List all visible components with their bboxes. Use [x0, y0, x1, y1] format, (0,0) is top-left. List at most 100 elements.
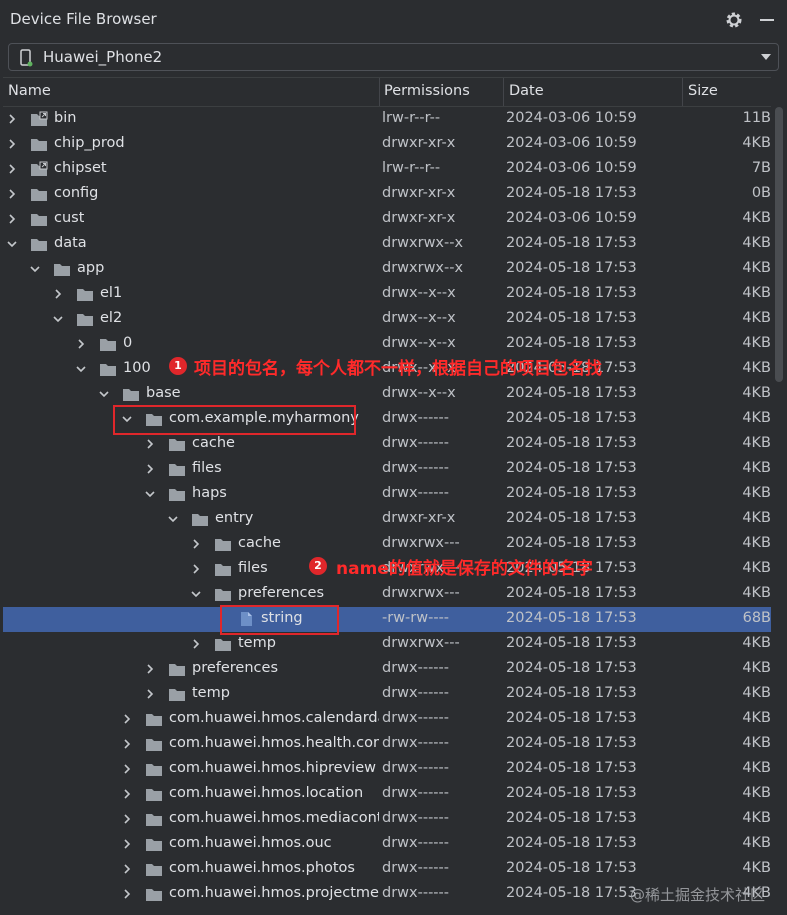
- chevron-right-icon[interactable]: [145, 439, 155, 449]
- table-row[interactable]: temp drwx------ 2024-05-18 17:53 4KB: [3, 682, 771, 707]
- row-size: 11B: [742, 110, 771, 126]
- chevron-right-icon[interactable]: [7, 214, 17, 224]
- row-date: 2024-05-18 17:53: [506, 485, 637, 501]
- row-name: temp: [192, 685, 230, 701]
- chevron-right-icon[interactable]: [122, 739, 132, 749]
- minimize-icon[interactable]: [757, 10, 777, 30]
- chevron-right-icon[interactable]: [122, 864, 132, 874]
- column-header-name[interactable]: Name: [8, 83, 51, 99]
- folder-icon: [146, 714, 162, 726]
- chevron-right-icon[interactable]: [145, 689, 155, 699]
- row-name: 0: [123, 335, 133, 351]
- chevron-right-icon[interactable]: [7, 189, 17, 199]
- chevron-right-icon[interactable]: [122, 889, 132, 899]
- column-header-permissions[interactable]: Permissions: [384, 83, 470, 99]
- window-title: Device File Browser: [10, 10, 157, 28]
- row-date: 2024-05-18 17:53: [506, 735, 637, 751]
- table-row[interactable]: com.huawei.hmos.mediacontro drwx------ 202…: [3, 807, 771, 832]
- folder-icon: [169, 489, 185, 501]
- table-row[interactable]: com.huawei.hmos.location drwx------ 2024-0…: [3, 782, 771, 807]
- table-row[interactable]: string -rw-rw---- 2024-05-18 17:53 68B: [3, 607, 771, 632]
- chevron-right-icon[interactable]: [145, 664, 155, 674]
- table-row[interactable]: base drwx--x--x 2024-05-18 17:53 4KB: [3, 382, 771, 407]
- table-row[interactable]: cache drwx------ 2024-05-18 17:53 4KB: [3, 432, 771, 457]
- chevron-right-icon[interactable]: [122, 764, 132, 774]
- table-row[interactable]: preferences drwx------ 2024-05-18 17:53 4KB: [3, 657, 771, 682]
- row-permissions: drwx------: [382, 710, 449, 726]
- row-date: 2024-05-18 17:53: [506, 760, 637, 776]
- table-row[interactable]: config drwxr-xr-x 2024-05-18 17:53 0B: [3, 182, 771, 207]
- chevron-right-icon[interactable]: [53, 289, 63, 299]
- table-row[interactable]: chip_prod drwxr-xr-x 2024-03-06 10:59 4KB: [3, 132, 771, 157]
- table-row[interactable]: entry drwxr-xr-x 2024-05-18 17:53 4KB: [3, 507, 771, 532]
- vertical-scrollbar[interactable]: [775, 107, 783, 382]
- row-permissions: drwx--x--x: [382, 310, 456, 326]
- row-permissions: drwx------: [382, 435, 449, 451]
- column-divider[interactable]: [379, 78, 380, 106]
- file-tree: bin lrw-r--r-- 2024-03-06 10:59 11B chip_pro…: [3, 107, 771, 907]
- column-divider[interactable]: [503, 78, 504, 106]
- table-row[interactable]: chipset lrw-r--r-- 2024-03-06 10:59 7B: [3, 157, 771, 182]
- row-permissions: drwx--x--x: [382, 285, 456, 301]
- chevron-down-icon[interactable]: [7, 239, 17, 249]
- row-name: temp: [238, 635, 276, 651]
- chevron-right-icon[interactable]: [191, 564, 201, 574]
- row-size: 4KB: [742, 385, 771, 401]
- table-row[interactable]: data drwxrwx--x 2024-05-18 17:53 4KB: [3, 232, 771, 257]
- device-selector[interactable]: Huawei_Phone2: [8, 43, 779, 71]
- chevron-down-icon[interactable]: [30, 264, 40, 274]
- row-date: 2024-05-18 17:53: [506, 785, 637, 801]
- column-divider[interactable]: [682, 78, 683, 106]
- chevron-down-icon[interactable]: [53, 314, 63, 324]
- chevron-right-icon[interactable]: [76, 339, 86, 349]
- folder-icon: [146, 764, 162, 776]
- chevron-right-icon[interactable]: [122, 839, 132, 849]
- chevron-down-icon[interactable]: [99, 389, 109, 399]
- chevron-right-icon[interactable]: [122, 814, 132, 824]
- table-row[interactable]: com.huawei.hmos.photos drwx------ 2024-05-…: [3, 857, 771, 882]
- chevron-right-icon[interactable]: [122, 714, 132, 724]
- table-row[interactable]: com.huawei.hmos.ouc drwx------ 2024-05-18 …: [3, 832, 771, 857]
- column-header-date[interactable]: Date: [509, 83, 544, 99]
- row-size: 4KB: [742, 310, 771, 326]
- row-permissions: drwx------: [382, 685, 449, 701]
- chevron-down-icon[interactable]: [168, 514, 178, 524]
- table-row[interactable]: cust drwxr-xr-x 2024-03-06 10:59 4KB: [3, 207, 771, 232]
- table-row[interactable]: preferences drwxrwx--- 2024-05-18 17:53 4KB: [3, 582, 771, 607]
- table-row[interactable]: com.huawei.hmos.calendardata drwx------ 20…: [3, 707, 771, 732]
- table-row[interactable]: com.huawei.hmos.hipreview drwx------ 2024-…: [3, 757, 771, 782]
- table-row[interactable]: haps drwx------ 2024-05-18 17:53 4KB: [3, 482, 771, 507]
- phone-icon: [20, 49, 33, 67]
- chevron-right-icon[interactable]: [191, 639, 201, 649]
- folder-icon: [77, 289, 93, 301]
- table-row[interactable]: temp drwxrwx--- 2024-05-18 17:53 4KB: [3, 632, 771, 657]
- table-row[interactable]: files drwx------ 2024-05-18 17:53 4KB: [3, 457, 771, 482]
- row-name: chipset: [54, 160, 107, 176]
- row-permissions: drwx------: [382, 885, 449, 901]
- chevron-down-icon[interactable]: [145, 489, 155, 499]
- folder-icon: [146, 814, 162, 826]
- row-size: 4KB: [742, 460, 771, 476]
- chevron-right-icon[interactable]: [7, 114, 17, 124]
- chevron-right-icon[interactable]: [7, 139, 17, 149]
- chevron-right-icon[interactable]: [191, 539, 201, 549]
- chevron-right-icon[interactable]: [7, 164, 17, 174]
- table-row[interactable]: el1 drwx--x--x 2024-05-18 17:53 4KB: [3, 282, 771, 307]
- row-name: cust: [54, 210, 85, 226]
- table-row[interactable]: bin lrw-r--r-- 2024-03-06 10:59 11B: [3, 107, 771, 132]
- table-row[interactable]: com.huawei.hmos.health.core drwx------ 202…: [3, 732, 771, 757]
- chevron-down-icon[interactable]: [191, 589, 201, 599]
- row-size: 4KB: [742, 810, 771, 826]
- chevron-right-icon[interactable]: [122, 789, 132, 799]
- table-row[interactable]: el2 drwx--x--x 2024-05-18 17:53 4KB: [3, 307, 771, 332]
- gear-icon[interactable]: [724, 10, 744, 30]
- row-permissions: lrw-r--r--: [382, 160, 441, 176]
- table-row[interactable]: app drwxrwx--x 2024-05-18 17:53 4KB: [3, 257, 771, 282]
- folder-icon: [77, 314, 93, 326]
- row-size: 4KB: [742, 485, 771, 501]
- column-header-size[interactable]: Size: [688, 83, 718, 99]
- folder-icon: [146, 864, 162, 876]
- folder-icon: [215, 539, 231, 551]
- chevron-right-icon[interactable]: [145, 464, 155, 474]
- chevron-down-icon[interactable]: [76, 364, 86, 374]
